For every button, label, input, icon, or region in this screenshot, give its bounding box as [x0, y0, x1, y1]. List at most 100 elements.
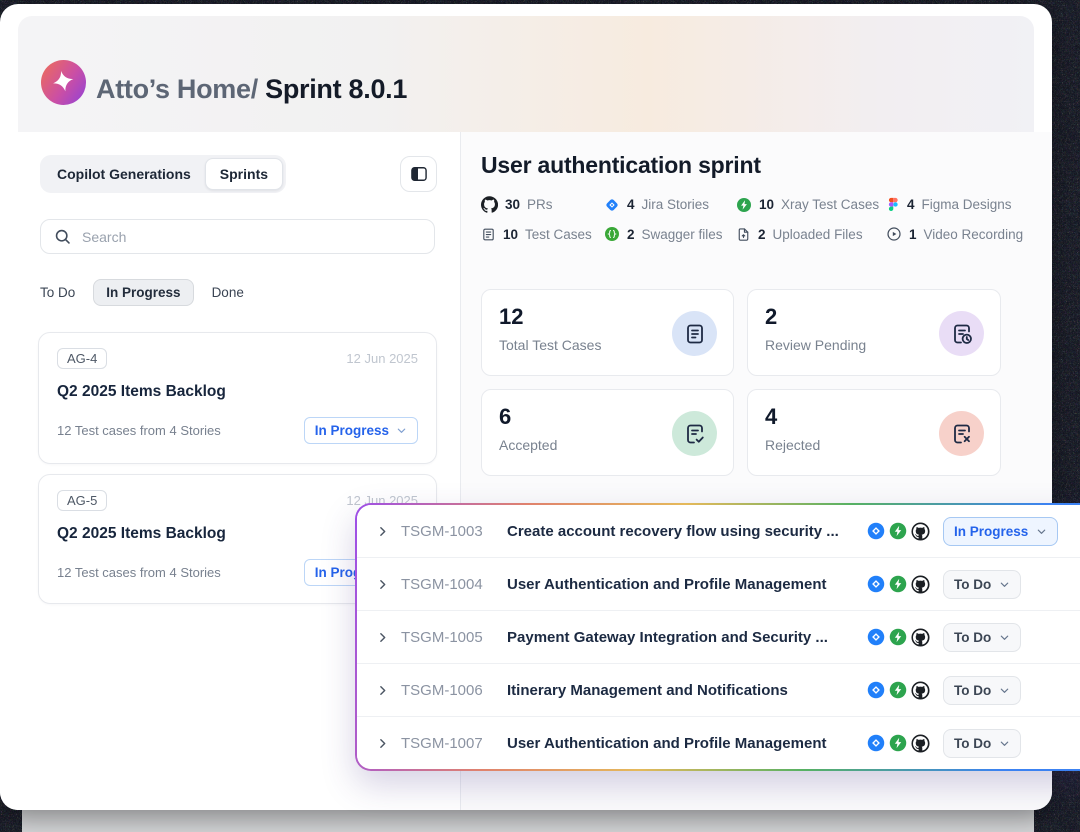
status-dropdown[interactable]: In Progress — [943, 517, 1058, 546]
card-icon-bubble — [672, 311, 717, 356]
tab-copilot-generations[interactable]: Copilot Generations — [43, 158, 205, 190]
stat-value: 1 — [909, 227, 917, 242]
jira-icon — [867, 681, 885, 699]
document-lines-icon — [683, 322, 707, 346]
atto-logo — [41, 60, 86, 105]
window-bottom-shadow — [22, 809, 1034, 832]
status-label: To Do — [954, 577, 991, 592]
test-case-row[interactable]: TSGM-1007 User Authentication and Profil… — [357, 717, 1080, 769]
status-dropdown[interactable]: To Do — [943, 729, 1021, 758]
github-icon — [481, 196, 498, 213]
document-clock-icon — [950, 322, 974, 346]
test-case-id: TSGM-1003 — [401, 523, 493, 540]
github-icon — [911, 628, 930, 647]
test-cases-icon — [481, 227, 496, 242]
status-cell: To Do — [943, 623, 1079, 652]
stat-value: 4 — [627, 197, 635, 212]
stat-label: PRs — [527, 197, 553, 212]
tab-sprints[interactable]: Sprints — [205, 158, 283, 190]
chevron-down-icon — [999, 738, 1010, 749]
search-input[interactable] — [82, 229, 422, 245]
test-case-id: TSGM-1004 — [401, 576, 493, 593]
chevron-right-icon — [376, 578, 389, 591]
expand-row-button[interactable] — [371, 525, 393, 538]
integration-icons — [857, 628, 930, 647]
jira-icon — [867, 734, 885, 752]
stat-test-cases: 10 Test Cases — [481, 226, 604, 242]
stat-label: Video Recording — [924, 227, 1024, 242]
sprint-stats: 30 PRs 4 Jira Stories 10 Xray Test Cases… — [481, 196, 1023, 242]
chevron-down-icon — [396, 425, 407, 436]
test-case-title: Create account recovery flow using secur… — [507, 523, 839, 540]
test-case-title: User Authentication and Profile Manageme… — [507, 735, 827, 752]
document-check-icon — [683, 422, 707, 446]
status-label: To Do — [954, 630, 991, 645]
card-total-test-cases: 12 Total Test Cases — [481, 289, 734, 376]
integration-icons — [857, 522, 930, 541]
status-label: In Progress — [954, 524, 1028, 539]
status-cell: To Do — [943, 570, 1079, 599]
jira-icon — [867, 575, 885, 593]
document-x-icon — [950, 422, 974, 446]
test-case-row[interactable]: TSGM-1005 Payment Gateway Integration an… — [357, 611, 1080, 664]
stat-label: Uploaded Files — [773, 227, 863, 242]
expand-row-button[interactable] — [371, 684, 393, 697]
stat-prs: 30 PRs — [481, 196, 604, 213]
sprint-card-header: AG-4 12 Jun 2025 — [57, 348, 418, 369]
filter-done[interactable]: Done — [212, 285, 244, 300]
breadcrumb: Atto’s Home/ — [96, 74, 258, 104]
panel-toggle-icon — [409, 164, 429, 184]
test-case-row[interactable]: TSGM-1004 User Authentication and Profil… — [357, 558, 1080, 611]
chevron-down-icon — [999, 579, 1010, 590]
stat-value: 2 — [627, 227, 635, 242]
stat-label: Xray Test Cases — [781, 197, 879, 212]
xray-icon — [889, 628, 907, 646]
expand-row-button[interactable] — [371, 631, 393, 644]
stat-value: 10 — [759, 197, 774, 212]
card-icon-bubble — [939, 311, 984, 356]
test-case-row[interactable]: TSGM-1006 Itinerary Management and Notif… — [357, 664, 1080, 717]
sprint-title: Sprint 8.0.1 — [265, 74, 407, 104]
card-review-pending: 2 Review Pending — [747, 289, 1001, 376]
card-icon-bubble — [939, 411, 984, 456]
stat-label: Test Cases — [525, 227, 592, 242]
status-label: To Do — [954, 736, 991, 751]
test-case-title: Itinerary Management and Notifications — [507, 682, 788, 699]
test-case-list-overlay: TSGM-1003 Create account recovery flow u… — [355, 503, 1080, 771]
stat-label: Swagger files — [642, 227, 723, 242]
chevron-down-icon — [999, 632, 1010, 643]
test-case-list: TSGM-1003 Create account recovery flow u… — [357, 505, 1080, 769]
search-bar — [40, 219, 435, 254]
jira-icon — [604, 197, 620, 213]
github-icon — [911, 575, 930, 594]
xray-icon — [889, 522, 907, 540]
status-cell: To Do — [943, 676, 1079, 705]
sprint-card-title: Q2 2025 Items Backlog — [57, 383, 418, 401]
expand-row-button[interactable] — [371, 737, 393, 750]
sprint-status-dropdown[interactable]: In Progress — [304, 417, 418, 444]
chevron-right-icon — [376, 737, 389, 750]
test-case-row[interactable]: TSGM-1003 Create account recovery flow u… — [357, 505, 1080, 558]
chevron-down-icon — [1036, 526, 1047, 537]
stat-value: 4 — [907, 197, 915, 212]
xray-icon — [889, 575, 907, 593]
stat-xray-test-cases: 10 Xray Test Cases — [736, 196, 886, 213]
video-icon — [886, 226, 902, 242]
sprint-card-ag4[interactable]: AG-4 12 Jun 2025 Q2 2025 Items Backlog 1… — [38, 332, 437, 464]
status-dropdown[interactable]: To Do — [943, 623, 1021, 652]
collapse-sidebar-button[interactable] — [400, 156, 437, 192]
swagger-icon — [604, 226, 620, 242]
sprint-id-badge: AG-5 — [57, 490, 107, 511]
status-filters: To Do In Progress Done — [40, 279, 244, 306]
status-dropdown[interactable]: To Do — [943, 676, 1021, 705]
filter-todo[interactable]: To Do — [40, 285, 75, 300]
integration-icons — [857, 575, 930, 594]
status-label: To Do — [954, 683, 991, 698]
test-case-id: TSGM-1005 — [401, 629, 493, 646]
chevron-right-icon — [376, 684, 389, 697]
status-dropdown[interactable]: To Do — [943, 570, 1021, 599]
expand-row-button[interactable] — [371, 578, 393, 591]
figma-icon — [886, 197, 900, 212]
filter-in-progress[interactable]: In Progress — [93, 279, 193, 306]
screen: Atto’s Home/ Sprint 8.0.1 Copilot Genera… — [0, 0, 1080, 832]
